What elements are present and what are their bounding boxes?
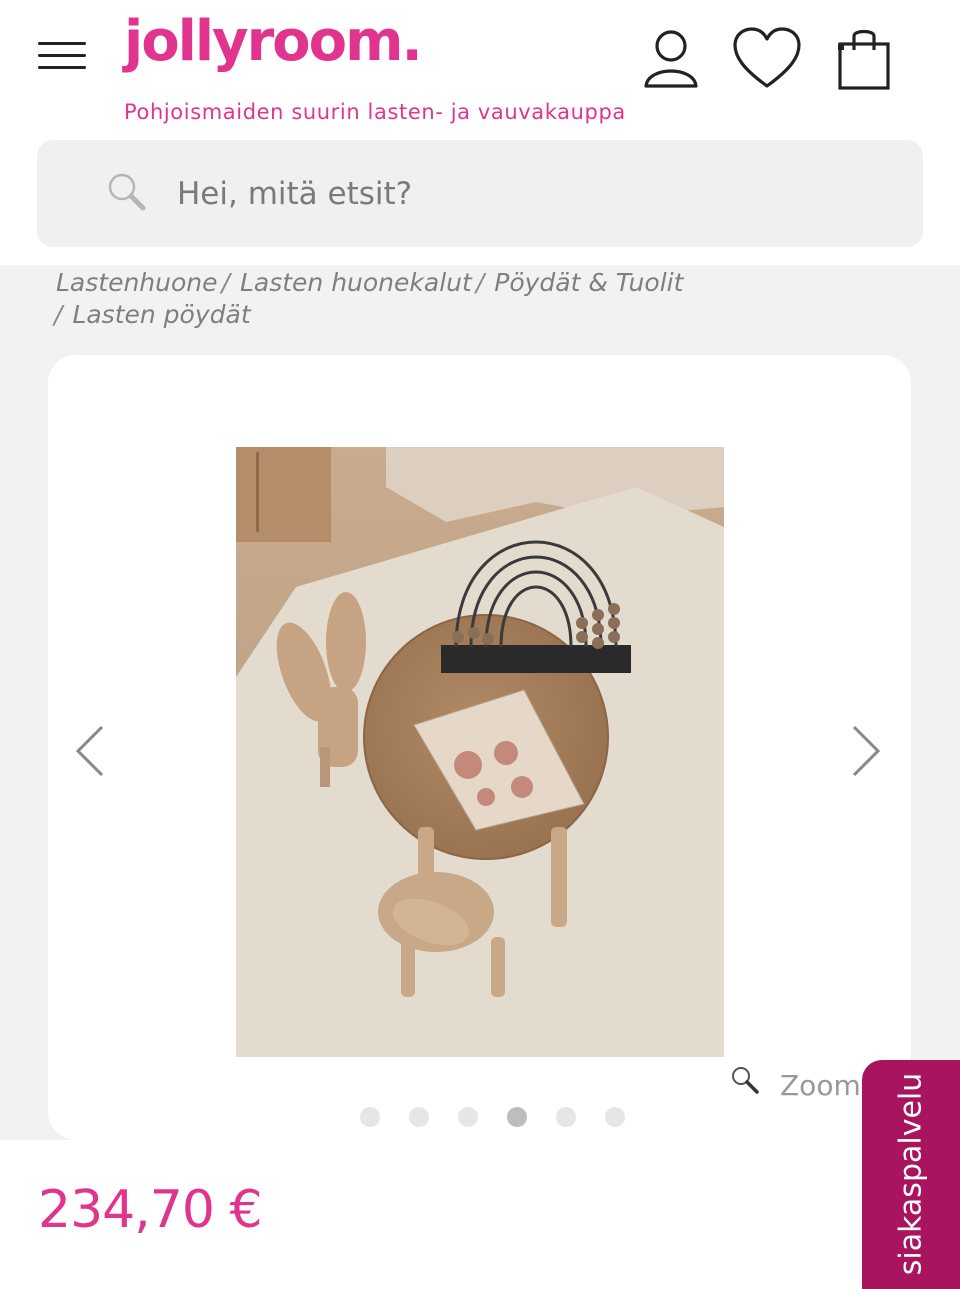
heart-icon[interactable] — [732, 26, 802, 92]
chevron-right-icon[interactable] — [846, 721, 886, 781]
zoom-label: Zoom — [780, 1069, 861, 1102]
product-content: Lastenhuone / Lasten huonekalut / Pöydät & T… — [0, 265, 960, 1140]
search-bar[interactable] — [37, 140, 923, 247]
breadcrumb-item-lasten-poydat[interactable]: Lasten pöydät — [72, 300, 250, 329]
gallery-dot[interactable] — [360, 1107, 380, 1127]
account-icon[interactable] — [638, 26, 704, 92]
tagline: Pohjoismaiden suurin lasten- ja vauvakau… — [124, 100, 626, 124]
breadcrumb-item-poydat-tuolit[interactable]: Pöydät & Tuolit — [494, 268, 683, 297]
breadcrumb-separator: / — [221, 268, 230, 297]
customer-service-label: siakaspalvelu — [893, 1072, 929, 1276]
customer-service-tab[interactable]: siakaspalvelu — [862, 1060, 960, 1289]
gallery-dot[interactable] — [605, 1107, 625, 1127]
product-image[interactable] — [236, 447, 724, 1057]
breadcrumb-item-lastenhuone[interactable]: Lastenhuone — [56, 268, 218, 297]
gallery-dot[interactable] — [409, 1107, 429, 1127]
breadcrumb-item-lasten-huonekalut[interactable]: Lasten huonekalut — [240, 268, 472, 297]
breadcrumb-separator: / — [54, 300, 63, 329]
gallery-dot-active[interactable] — [507, 1107, 527, 1127]
breadcrumb-separator: / — [475, 268, 485, 297]
gallery-dot[interactable] — [458, 1107, 478, 1127]
site-header: jollyroom. Pohjoismaiden suurin lasten- … — [0, 0, 960, 265]
search-icon — [108, 173, 146, 211]
gallery-dot[interactable] — [556, 1107, 576, 1127]
product-gallery: Zoom — [48, 355, 911, 1140]
search-input[interactable] — [177, 168, 877, 220]
menu-icon[interactable] — [38, 40, 86, 72]
product-price: 234,70 € — [38, 1180, 263, 1240]
logo[interactable]: jollyroom. — [124, 14, 423, 70]
magnifier-icon — [732, 1067, 759, 1094]
chevron-left-icon[interactable] — [70, 721, 110, 781]
shopping-bag-icon[interactable] — [834, 26, 894, 92]
